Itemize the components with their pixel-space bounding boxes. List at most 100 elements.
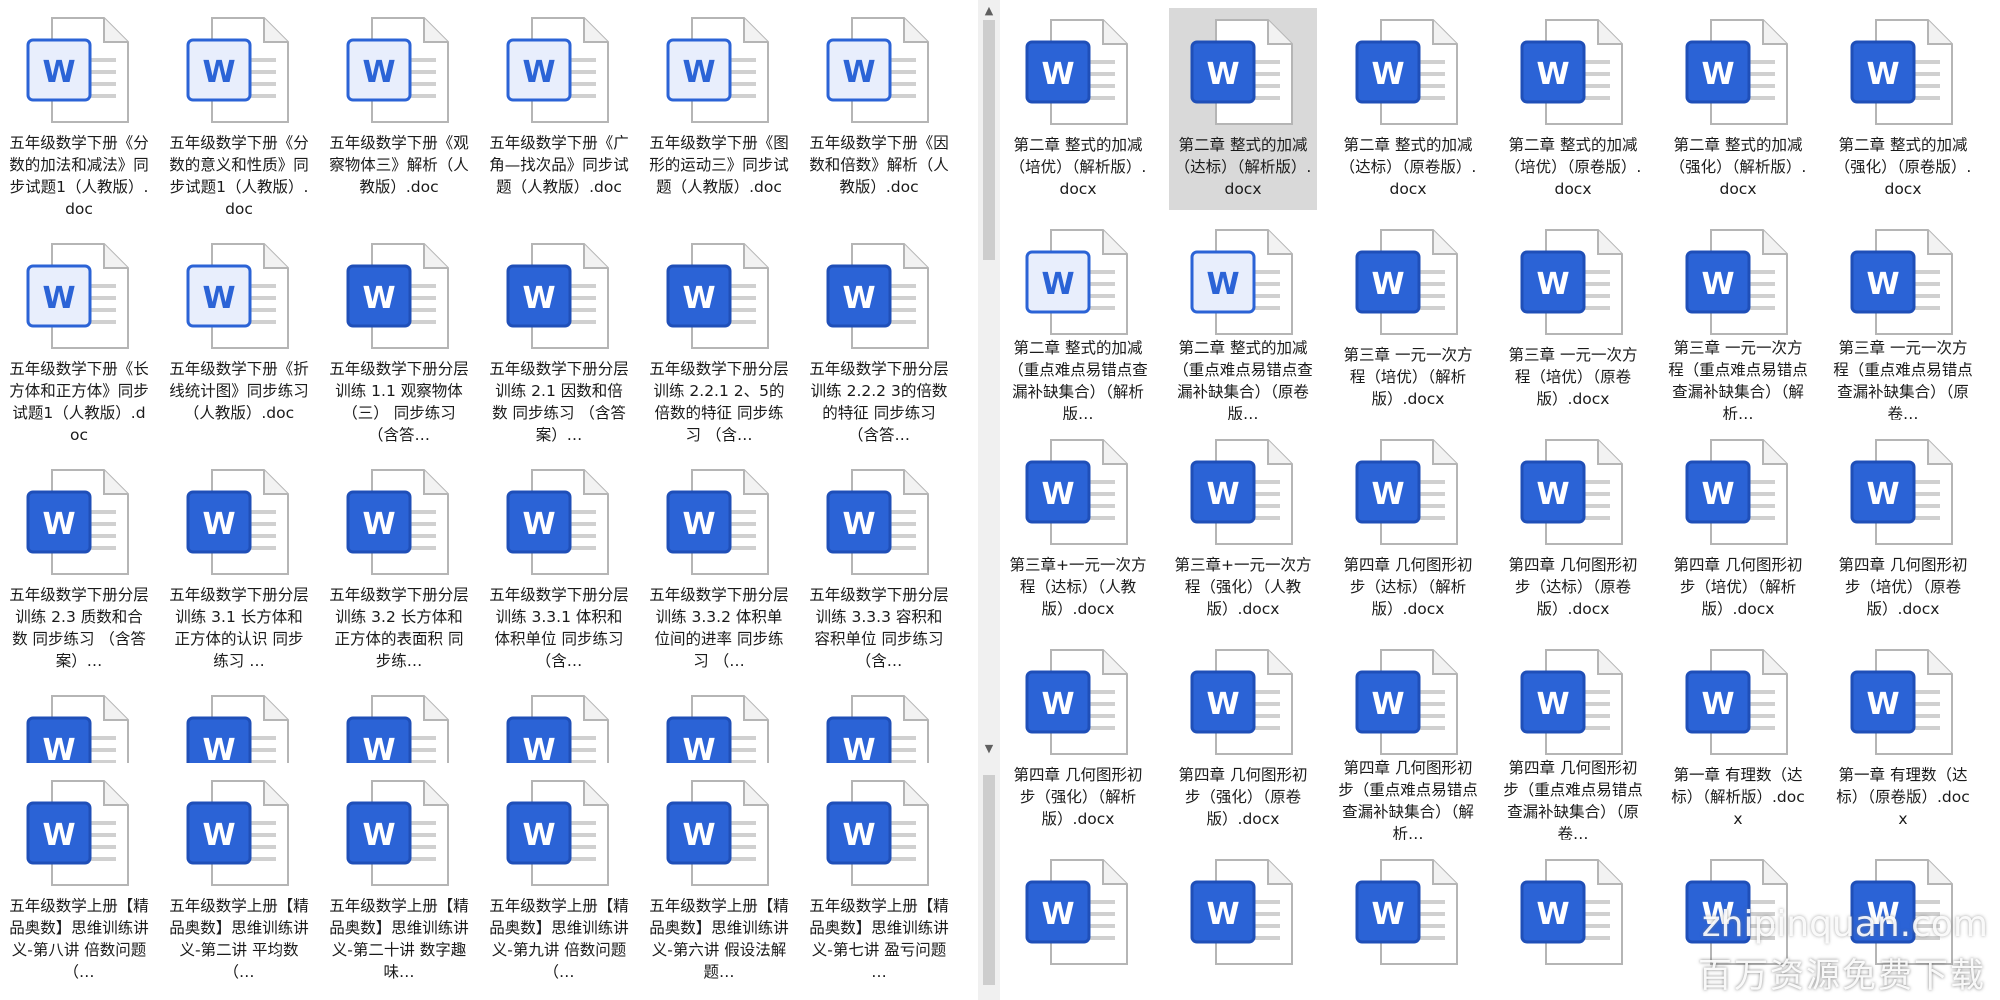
file-item[interactable]: W 五年级数学上册【精品奥数】思维训练讲义-第七讲 盈亏问题 … xyxy=(805,769,953,987)
word-docx-icon[interactable]: W xyxy=(1353,856,1463,968)
file-name-label: 第三章 一元一次方程（培优）（原卷版）.docx xyxy=(1508,346,1638,408)
file-item[interactable]: W 五年级数学下册分层训练 2.2.2 3的倍数的特征 同步练习 （含答… xyxy=(805,232,953,450)
svg-text:W: W xyxy=(1701,477,1734,512)
file-item[interactable]: W 第二章 整式的加减（强化）（解析版）.docx xyxy=(1664,8,1812,210)
file-item[interactable]: W 第四章 几何图形初步（达标）（解析版）.docx xyxy=(1334,428,1482,630)
file-item[interactable]: W 五年级数学下册分层训练 1.1 观察物体（三） 同步练习 （含答… xyxy=(325,232,473,450)
svg-text:W: W xyxy=(1701,687,1734,722)
file-item[interactable]: W 五年级数学下册《分数的意义和性质》同步试题1（人教版）.doc xyxy=(165,6,313,224)
word-docx-icon: W xyxy=(1848,646,1958,758)
word-docx-icon[interactable]: W xyxy=(1188,856,1298,968)
svg-text:W: W xyxy=(202,55,235,90)
word-docx-icon: W xyxy=(1683,16,1793,128)
file-item[interactable]: W 第一章 有理数（达标）（解析版）.docx xyxy=(1664,638,1812,840)
file-item[interactable]: W 五年级数学下册《分数的加法和减法》同步试题1（人教版）.doc xyxy=(5,6,153,224)
word-docx-icon[interactable]: W xyxy=(1023,856,1133,968)
file-item[interactable]: W 第四章 几何图形初步（培优）（原卷版）.docx xyxy=(1829,428,1977,630)
file-item[interactable]: W 第四章 几何图形初步（强化）（解析版）.docx xyxy=(1004,638,1152,840)
file-item[interactable]: W 第二章 整式的加减（达标）（解析版）.docx xyxy=(1169,8,1317,210)
file-item[interactable]: W 五年级数学上册【精品奥数】思维训练讲义-第九讲 倍数问题（… xyxy=(485,769,633,987)
word-docx-icon: W xyxy=(1683,226,1793,335)
word-doc-legacy-icon: W xyxy=(824,14,934,126)
file-item[interactable]: W 五年级数学下册分层训练 3.1 长方体和正方体的认识 同步练习 … xyxy=(165,458,313,676)
file-name-label: 五年级数学上册【精品奥数】思维训练讲义-第二讲 平均数 （… xyxy=(169,897,309,981)
scroll-up-arrow-icon[interactable]: ▲ xyxy=(981,4,997,18)
file-item[interactable]: W 五年级数学上册【精品奥数】思维训练讲义-第二十讲 数字趣味… xyxy=(325,769,473,987)
file-item[interactable]: W 第四章 几何图形初步（重点难点易错点查漏补缺集合）（原卷… xyxy=(1499,638,1647,840)
file-item[interactable]: W 第三章+一元一次方程（强化）（人教版）.docx xyxy=(1169,428,1317,630)
file-item[interactable]: W 五年级数学下册《广角—找次品》同步试题（人教版）.doc xyxy=(485,6,633,224)
file-item[interactable]: W 五年级数学下册《长方体和正方体》同步试题1（人教版）.doc xyxy=(5,232,153,450)
word-doc-legacy-icon: W xyxy=(1188,226,1298,335)
file-name-label: 第三章+一元一次方程（强化）（人教版）.docx xyxy=(1174,556,1312,618)
file-item[interactable]: W 五年级数学下册分层训练 3.3.1 体积和体积单位 同步练习 （含… xyxy=(485,458,633,676)
word-docx-icon: W xyxy=(1353,16,1463,128)
left-bottom-scrollbar-thumb[interactable] xyxy=(983,775,995,985)
file-item[interactable]: W 五年级数学上册【精品奥数】思维训练讲义-第六讲 假设法解题… xyxy=(645,769,793,987)
file-item[interactable]: W 第三章 一元一次方程（培优）（解析版）.docx xyxy=(1334,218,1482,420)
svg-text:W: W xyxy=(842,281,875,316)
svg-text:W: W xyxy=(1371,687,1404,722)
file-item[interactable]: W 第四章 几何图形初步（达标）（原卷版）.docx xyxy=(1499,428,1647,630)
file-name-label: 五年级数学下册分层训练 2.3 质数和合数 同步练习 （含答案）… xyxy=(9,586,149,670)
file-name-label: 第三章 一元一次方程（重点难点易错点查漏补缺集合）（原卷… xyxy=(1833,339,1973,420)
file-item[interactable]: W 第二章 整式的加减（重点难点易错点查漏补缺集合）（原卷版… xyxy=(1169,218,1317,420)
file-item[interactable]: W 五年级数学下册《图形的运动三》同步试题（人教版）.doc xyxy=(645,6,793,224)
svg-text:W: W xyxy=(362,55,395,90)
file-item[interactable]: W 第二章 整式的加减（培优）（解析版）.docx xyxy=(1004,8,1152,210)
file-name-label: 五年级数学上册【精品奥数】思维训练讲义-第七讲 盈亏问题 … xyxy=(809,897,949,981)
file-item[interactable]: W 第四章 几何图形初步（强化）（原卷版）.docx xyxy=(1169,638,1317,840)
file-item[interactable]: W 第三章+一元一次方程（达标）（人教版）.docx xyxy=(1004,428,1152,630)
file-item[interactable]: W 第三章 一元一次方程（重点难点易错点查漏补缺集合）（解析… xyxy=(1664,218,1812,420)
file-name-label: 五年级数学上册【精品奥数】思维训练讲义-第九讲 倍数问题（… xyxy=(489,897,629,981)
file-item[interactable]: W 第二章 整式的加减（重点难点易错点查漏补缺集合）（解析版… xyxy=(1004,218,1152,420)
file-item[interactable]: W 五年级数学下册分层训练 2.1 因数和倍数 同步练习 （含答案）… xyxy=(485,232,633,450)
svg-text:W: W xyxy=(842,507,875,542)
word-docx-icon: W xyxy=(344,777,454,889)
file-item[interactable]: W 第三章 一元一次方程（重点难点易错点查漏补缺集合）（原卷… xyxy=(1829,218,1977,420)
word-docx-icon: W xyxy=(664,240,774,352)
word-docx-icon: W xyxy=(24,777,134,889)
file-item[interactable]: W 第三章 一元一次方程（培优）（原卷版）.docx xyxy=(1499,218,1647,420)
file-item[interactable]: W 第二章 整式的加减（培优）（原卷版）.docx xyxy=(1499,8,1647,210)
file-item[interactable]: W 五年级数学下册《观察物体三》解析（人教版）.doc xyxy=(325,6,473,224)
word-docx-icon: W xyxy=(1683,646,1793,758)
file-name-label: 第一章 有理数（达标）（解析版）.docx xyxy=(1671,766,1805,828)
svg-text:W: W xyxy=(1206,477,1239,512)
word-docx-icon[interactable]: W xyxy=(1518,856,1628,968)
file-name-label: 五年级数学上册【精品奥数】思维训练讲义-第二十讲 数字趣味… xyxy=(329,897,469,981)
file-name-label: 第三章 一元一次方程（重点难点易错点查漏补缺集合）（解析… xyxy=(1668,339,1808,420)
svg-text:W: W xyxy=(522,55,555,90)
svg-text:W: W xyxy=(1041,897,1074,932)
file-item[interactable]: W 第二章 整式的加减（强化）（原卷版）.docx xyxy=(1829,8,1977,210)
file-item[interactable]: W 五年级数学下册分层训练 3.2 长方体和正方体的表面积 同步练… xyxy=(325,458,473,676)
file-item[interactable]: W 第一章 有理数（达标）（原卷版）.docx xyxy=(1829,638,1977,840)
file-item[interactable]: W 五年级数学下册分层训练 2.3 质数和合数 同步练习 （含答案）… xyxy=(5,458,153,676)
file-item[interactable]: W 五年级数学下册分层训练 3.3.2 体积单位间的进率 同步练习 （… xyxy=(645,458,793,676)
file-name-label: 五年级数学下册分层训练 3.3.1 体积和体积单位 同步练习 （含… xyxy=(489,586,629,670)
file-name-label: 五年级数学下册分层训练 3.3.2 体积单位间的进率 同步练习 （… xyxy=(649,586,789,670)
file-name-label: 第二章 整式的加减（达标）（解析版）.docx xyxy=(1174,136,1312,198)
file-item[interactable]: W 五年级数学上册【精品奥数】思维训练讲义-第八讲 倍数问题（… xyxy=(5,769,153,987)
svg-text:W: W xyxy=(1041,57,1074,92)
file-item[interactable]: W 第四章 几何图形初步（重点难点易错点查漏补缺集合）（解析… xyxy=(1334,638,1482,840)
file-item[interactable]: W 五年级数学下册《因数和倍数》解析（人教版）.doc xyxy=(805,6,953,224)
word-docx-icon: W xyxy=(1188,646,1298,758)
file-item[interactable]: W 五年级数学下册《折线统计图》同步练习（人教版）.doc xyxy=(165,232,313,450)
file-item[interactable]: W 第二章 整式的加减（达标）（原卷版）.docx xyxy=(1334,8,1482,210)
left-scrollbar-thumb[interactable] xyxy=(983,20,995,260)
word-docx-icon: W xyxy=(1023,16,1133,128)
word-docx-icon: W xyxy=(1518,226,1628,338)
word-docx-icon: W xyxy=(824,777,934,889)
scroll-down-arrow-icon[interactable]: ▼ xyxy=(981,742,997,756)
word-doc-legacy-icon: W xyxy=(1023,226,1133,335)
svg-text:W: W xyxy=(202,507,235,542)
file-item[interactable]: W 第四章 几何图形初步（培优）（解析版）.docx xyxy=(1664,428,1812,630)
svg-text:W: W xyxy=(1206,267,1239,302)
file-item[interactable]: W 五年级数学下册分层训练 3.3.3 容积和容积单位 同步练习 （含… xyxy=(805,458,953,676)
file-name-label: 五年级数学下册《折线统计图》同步练习（人教版）.doc xyxy=(169,360,309,422)
file-name-label: 第二章 整式的加减（强化）（解析版）.docx xyxy=(1669,136,1807,198)
file-item[interactable]: W 五年级数学下册分层训练 2.2.1 2、5的倍数的特征 同步练习 （含… xyxy=(645,232,793,450)
file-item[interactable]: W 五年级数学上册【精品奥数】思维训练讲义-第二讲 平均数 （… xyxy=(165,769,313,987)
word-docx-icon: W xyxy=(504,240,614,352)
